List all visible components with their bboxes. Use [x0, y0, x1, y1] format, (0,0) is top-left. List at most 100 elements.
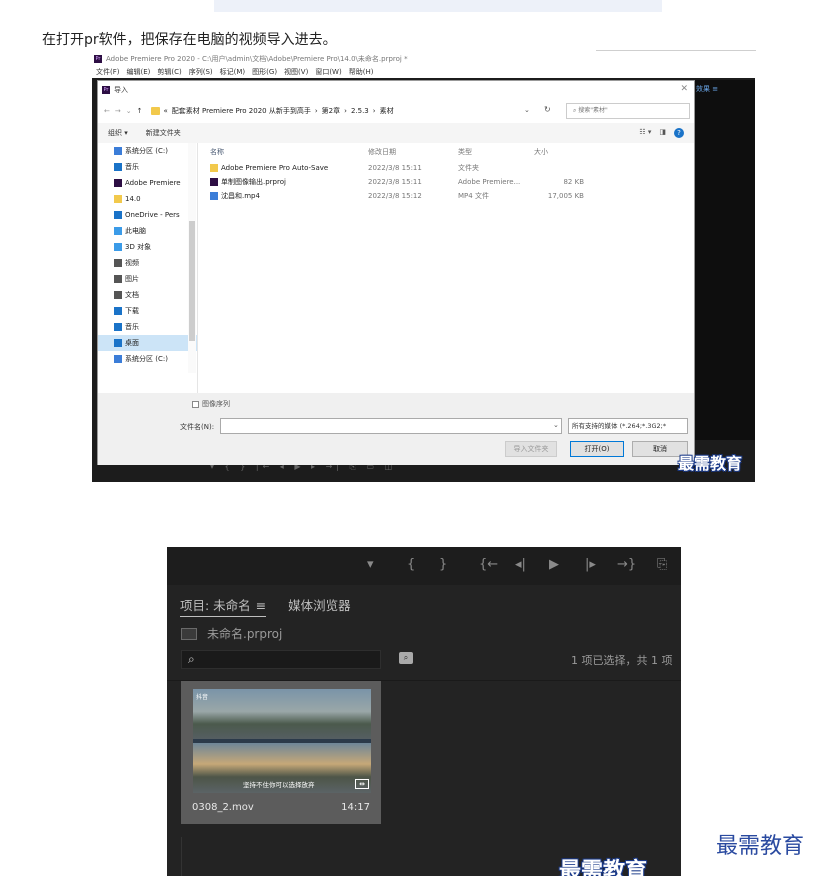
file-name-cell: 沈昌和.mp4	[202, 191, 368, 201]
checkbox-box[interactable]	[192, 400, 199, 408]
file-name: 沈昌和.mp4	[221, 192, 260, 200]
menu-item[interactable]: 编辑(E)	[127, 67, 151, 77]
nav-scrollbar-thumb[interactable]	[189, 221, 195, 341]
column-header[interactable]: 大小	[534, 147, 584, 157]
search-input[interactable]: ⌕ 搜索"素材"	[566, 103, 690, 119]
close-icon[interactable]: ✕	[680, 84, 688, 94]
breadcrumb-segment[interactable]: ›	[373, 107, 376, 115]
mark-in-icon[interactable]: {	[407, 557, 415, 572]
nav-item[interactable]: OneDrive - Pers	[98, 207, 197, 223]
file-row[interactable]: 单制图像输出.prproj 2022/3/8 15:11 Adobe Premier…	[202, 175, 692, 189]
project-panel-screenshot: ▾ { } {← ◂| ▶ |▸ →} ⎘ 项目: 未命名 ≡ 媒体浏览器 未命名…	[167, 547, 681, 876]
forward-icon[interactable]: →	[115, 107, 121, 115]
nav-item[interactable]: 桌面	[98, 335, 197, 351]
mark-out-icon[interactable]: }	[439, 557, 447, 572]
breadcrumb-segment[interactable]: ›	[315, 107, 318, 115]
breadcrumb-segment[interactable]: ›	[344, 107, 347, 115]
refresh-icon[interactable]: ↻	[544, 105, 551, 114]
organize-button[interactable]: 组织 ▾	[108, 128, 128, 138]
preview-pane-icon[interactable]: ◨	[659, 128, 666, 138]
nav-item[interactable]: 系统分区 (C:)	[98, 351, 197, 367]
menu-item[interactable]: 图形(G)	[252, 67, 277, 77]
filename-input[interactable]	[220, 418, 562, 434]
top-banner	[214, 0, 662, 12]
path-breadcrumb[interactable]: « 配套素材 Premiere Pro 2020 从新手到高手 › 第2章 › 2.5.3…	[148, 103, 528, 119]
nav-item[interactable]: 音乐	[98, 159, 197, 175]
folder-icon	[150, 107, 160, 115]
image-sequence-label: 图像序列	[202, 400, 230, 408]
file-row[interactable]: 沈昌和.mp4 2022/3/8 15:12 MP4 文件 17,005 KB	[202, 189, 692, 203]
file-name: 单制图像输出.prproj	[221, 178, 286, 186]
video-icon	[114, 259, 122, 267]
premiere-titlebar: Pr Adobe Premiere Pro 2020 - C:\用户\admin…	[92, 52, 755, 65]
play-icon[interactable]: ▶	[549, 557, 559, 572]
desktop-icon	[114, 339, 122, 347]
nav-item-label: 下载	[125, 307, 139, 315]
nav-item[interactable]: 视频	[98, 255, 197, 271]
back-icon[interactable]: ←	[104, 107, 110, 115]
file-type: 文件夹	[458, 164, 479, 172]
column-header[interactable]: 修改日期	[368, 147, 458, 157]
nav-item[interactable]: 3D 对象	[98, 239, 197, 255]
menu-item[interactable]: 序列(S)	[189, 67, 213, 77]
view-controls: ☷ ▾ ◨ ?	[639, 128, 684, 138]
menu-item[interactable]: 标记(M)	[220, 67, 246, 77]
project-search-input[interactable]: ⌕	[181, 650, 381, 669]
column-header[interactable]: 名称	[202, 147, 368, 157]
menu-item[interactable]: 帮助(H)	[349, 67, 374, 77]
nav-item[interactable]: 下载	[98, 303, 197, 319]
menu-item[interactable]: 视图(V)	[284, 67, 308, 77]
up-icon[interactable]: ↑	[137, 107, 143, 115]
filename-label: 文件名(N):	[180, 423, 215, 431]
new-folder-button[interactable]: 新建文件夹	[146, 128, 181, 138]
nav-item[interactable]: Adobe Premiere	[98, 175, 197, 191]
clip-item[interactable]: 抖音 坚持不住你可以选择放弃 ⇹ 0308_2.mov 14:17	[181, 681, 381, 824]
import-folder-button[interactable]: 导入文件夹	[505, 441, 557, 457]
file-type-select[interactable]: 所有支持的媒体 (*.264;*.3G2;*	[568, 418, 688, 434]
menu-item[interactable]: 窗口(W)	[315, 67, 341, 77]
help-icon[interactable]: ?	[674, 128, 684, 138]
address-bar: ← → ⌄ ↑ « 配套素材 Premiere Pro 2020 从新手到高手 › 第…	[98, 99, 694, 123]
nav-item[interactable]: 音乐	[98, 319, 197, 335]
insert-icon[interactable]: ⎘	[657, 557, 667, 572]
nav-item[interactable]: 文档	[98, 287, 197, 303]
chevron-down-icon[interactable]: ⌄	[524, 106, 530, 114]
step-forward-icon[interactable]: |▸	[585, 557, 596, 572]
menu-item[interactable]: 剪辑(C)	[157, 67, 181, 77]
chevron-down-icon[interactable]: ⌄	[553, 421, 559, 429]
dialog-body: 系统分区 (C:) 音乐 Adobe Premiere 14.0 OneDrive - …	[98, 143, 694, 393]
marker-icon[interactable]: ▾	[367, 557, 374, 572]
premiere-logo-icon: Pr	[94, 54, 102, 63]
program-controls-bar: ▾ { } {← ◂| ▶ |▸ →} ⎘	[167, 547, 681, 585]
go-to-out-icon[interactable]: →}	[617, 557, 636, 572]
nav-item[interactable]: 图片	[98, 271, 197, 287]
file-row[interactable]: Adobe Premiere Pro Auto-Save 2022/3/8 15:…	[202, 161, 692, 175]
column-header[interactable]: 类型	[458, 147, 534, 157]
nav-item[interactable]: 14.0	[98, 191, 197, 207]
folder-icon	[114, 195, 122, 203]
breadcrumb-segment[interactable]: 素材	[380, 106, 394, 116]
menu-item[interactable]: 文件(F)	[96, 67, 120, 77]
nav-item[interactable]: 系统分区 (C:)	[98, 143, 197, 159]
premiere-menubar: 文件(F) 编辑(E) 剪辑(C) 序列(S) 标记(M) 图形(G) 视图(V) 窗口(W)…	[92, 65, 755, 78]
panel-menu-icon[interactable]: ≡	[256, 598, 266, 613]
tab-project[interactable]: 项目: 未命名 ≡	[180, 595, 267, 617]
breadcrumb-segment[interactable]: 配套素材 Premiere Pro 2020 从新手到高手	[172, 106, 311, 116]
view-options-icon[interactable]: ☷ ▾	[639, 128, 651, 138]
open-button[interactable]: 打开(O)	[570, 441, 624, 457]
recent-dropdown-icon[interactable]: ⌄	[126, 107, 132, 115]
tab-media-browser[interactable]: 媒体浏览器	[288, 595, 351, 617]
step-back-icon[interactable]: ◂|	[515, 557, 526, 572]
effects-panel-tab[interactable]: 效果 ≡	[696, 84, 718, 94]
breadcrumb-segment[interactable]: «	[164, 107, 168, 115]
search-icon: ⌕	[188, 652, 195, 666]
premiere-title: Adobe Premiere Pro 2020 - C:\用户\admin\文档…	[106, 54, 408, 63]
breadcrumb-segment[interactable]: 第2章	[322, 106, 340, 116]
image-sequence-checkbox[interactable]: 图像序列	[192, 399, 230, 409]
go-to-in-icon[interactable]: {←	[479, 557, 498, 572]
breadcrumb-segment[interactable]: 2.5.3	[351, 107, 369, 115]
nav-item[interactable]: 此电脑	[98, 223, 197, 239]
new-search-bin-icon[interactable]: ⌕	[399, 652, 413, 664]
project-file-name: 未命名.prproj	[207, 627, 283, 641]
import-dialog: Pr 导入 ✕ ← → ⌄ ↑ « 配套素材 Premiere Pro 2020 …	[97, 80, 695, 465]
